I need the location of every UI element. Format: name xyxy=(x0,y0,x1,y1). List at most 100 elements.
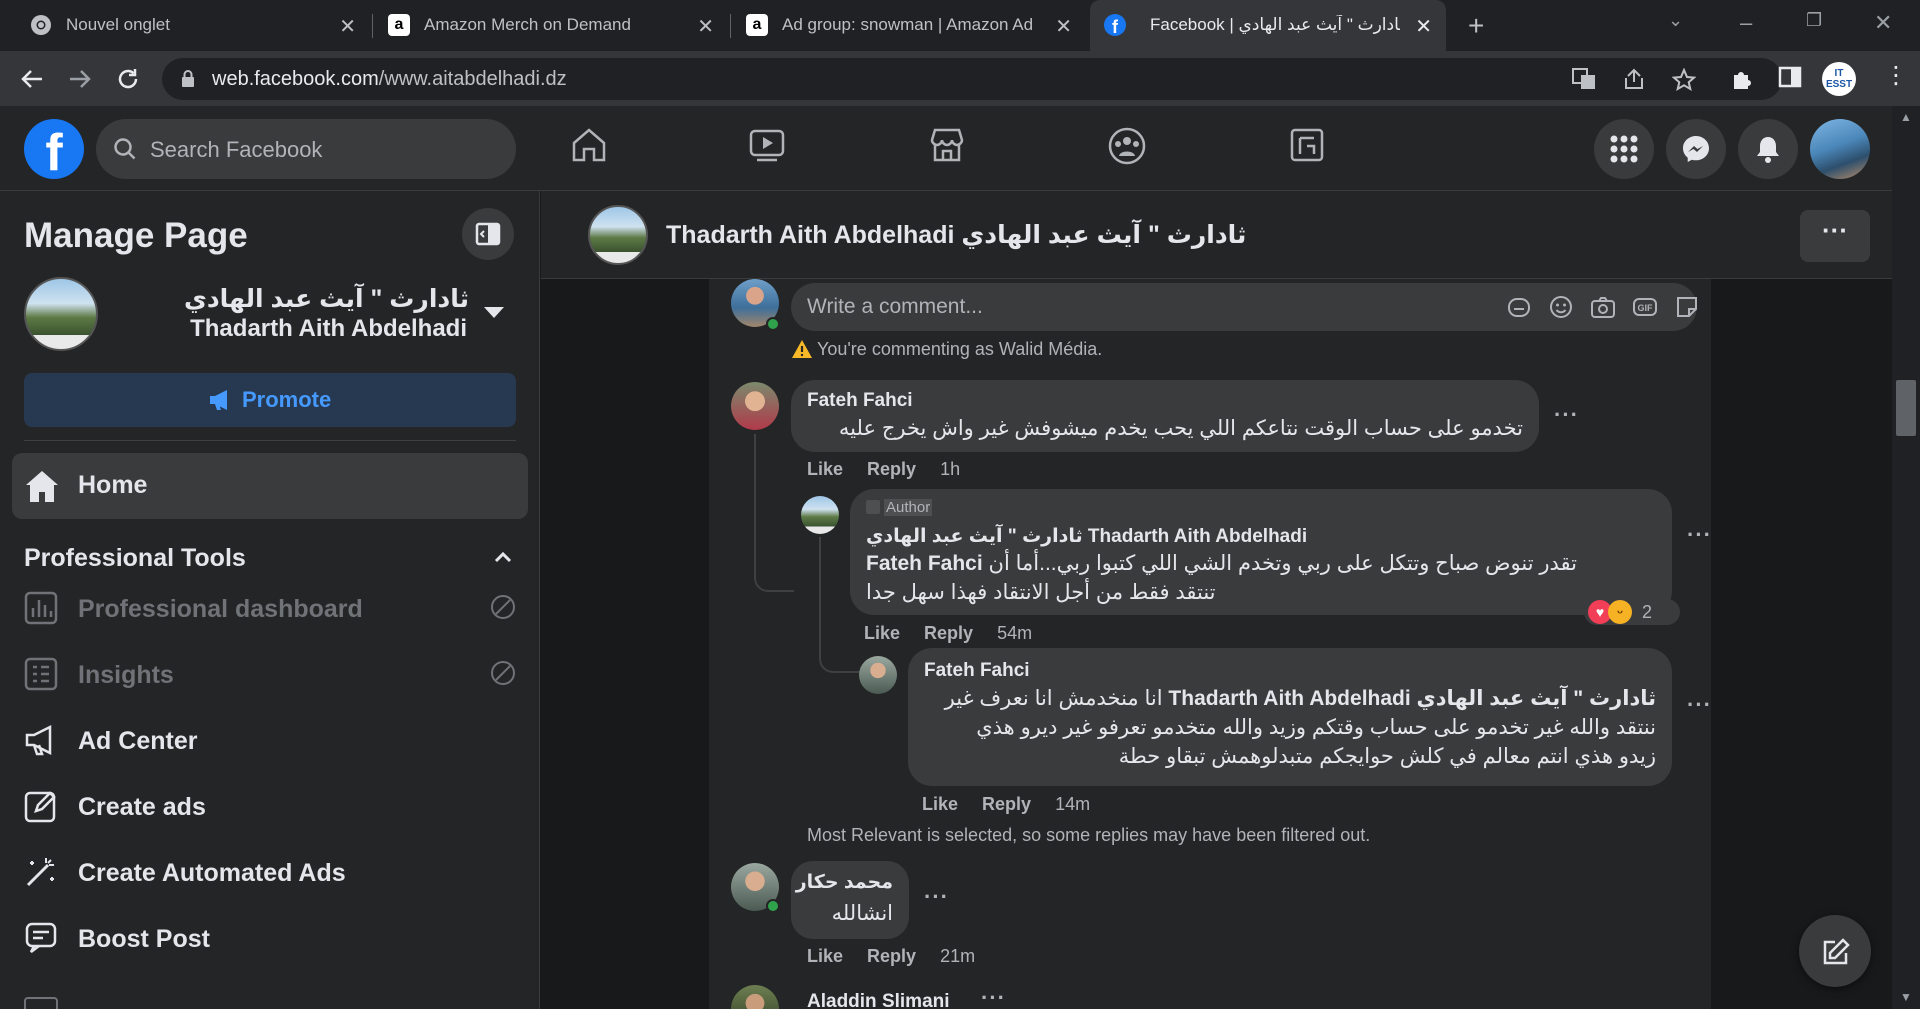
commenter-name[interactable]: Aladdin Slimani xyxy=(807,991,950,1009)
page-scrollbar[interactable]: ▲ ▼ xyxy=(1892,106,1920,1009)
sidebar-item-label: Ad Center xyxy=(78,727,198,755)
commenter-name[interactable]: محمد حكار xyxy=(796,871,893,894)
grid-menu-icon xyxy=(1610,135,1638,163)
emoji-icon[interactable] xyxy=(1548,294,1574,320)
bookmark-star-icon[interactable] xyxy=(1672,68,1696,92)
scroll-down-icon[interactable]: ▼ xyxy=(1900,990,1912,1004)
disabled-icon xyxy=(491,595,515,619)
scrollbar-thumb[interactable] xyxy=(1896,380,1916,436)
extensions-icon[interactable] xyxy=(1730,65,1756,91)
chrome-menu-icon[interactable]: ⋮ xyxy=(1884,61,1908,90)
share-icon[interactable] xyxy=(1622,68,1646,90)
address-bar[interactable]: web.facebook.com/www.aitabdelhadi.dz xyxy=(162,58,1782,100)
promote-button[interactable]: Promote xyxy=(24,373,516,427)
sidebar-item-home[interactable]: Home xyxy=(12,453,528,519)
marketplace-icon[interactable] xyxy=(928,126,966,164)
like-link[interactable]: Like xyxy=(922,794,958,814)
sidebar-toggle-icon xyxy=(475,222,501,246)
home-nav-icon[interactable] xyxy=(570,126,608,164)
facebook-icon: f xyxy=(1104,14,1126,37)
comment-options-icon[interactable]: ··· xyxy=(924,884,949,910)
new-tab-button[interactable]: + xyxy=(1468,10,1484,42)
tab-close-icon[interactable]: ✕ xyxy=(1415,14,1432,39)
page-avatar[interactable] xyxy=(24,277,98,351)
messenger-button[interactable] xyxy=(1666,119,1726,179)
comment-time[interactable]: 1h xyxy=(940,459,960,479)
tab-search-icon[interactable]: ⌄ xyxy=(1668,10,1683,31)
avatar-sticker-icon[interactable] xyxy=(1506,294,1532,320)
comment-bubble: Fateh Fahci تخدمو على حساب الوقت نتاعكم … xyxy=(791,380,1539,452)
watch-video-icon[interactable] xyxy=(748,126,786,164)
comment-text: انا منخدمش انا نعرف غير xyxy=(944,687,1163,710)
notifications-button[interactable] xyxy=(1738,119,1798,179)
sidebar-item-create-ads[interactable]: Create ads xyxy=(0,781,539,831)
comment-options-icon[interactable]: ··· xyxy=(981,985,1006,1009)
sidebar-item-create-automated-ads[interactable]: Create Automated Ads xyxy=(0,847,539,897)
commenter-name[interactable]: Fateh Fahci xyxy=(924,660,1030,682)
close-window-icon[interactable]: ✕ xyxy=(1874,10,1892,36)
sticker-icon[interactable] xyxy=(1674,294,1700,320)
facebook-header: f Search Facebook xyxy=(0,106,1920,191)
like-link[interactable]: Like xyxy=(807,459,843,479)
like-link[interactable]: Like xyxy=(864,623,900,643)
commenter-name[interactable]: ثادارث " آيث عبد الهادي Thadarth Aith Ab… xyxy=(866,525,1307,548)
sidebar-item-boost-post[interactable]: Boost Post xyxy=(0,913,539,963)
forward-arrow-icon[interactable] xyxy=(66,65,94,93)
switch-page-caret-icon[interactable] xyxy=(484,307,504,318)
write-comment-input[interactable]: Write a comment... GIF xyxy=(791,283,1697,331)
search-input[interactable]: Search Facebook xyxy=(96,119,516,179)
reload-icon[interactable] xyxy=(114,65,142,93)
reply-link[interactable]: Reply xyxy=(924,623,973,643)
camera-icon[interactable] xyxy=(1590,294,1616,320)
comment-options-icon[interactable]: ··· xyxy=(1687,692,1712,718)
account-avatar[interactable] xyxy=(1810,119,1870,179)
tab-new-tab[interactable]: Nouvel onglet ✕ xyxy=(0,0,370,51)
sidebar-title: Manage Page xyxy=(24,216,248,255)
back-arrow-icon[interactable] xyxy=(18,65,46,93)
collapse-sidebar-button[interactable] xyxy=(462,208,514,260)
tab-close-icon[interactable]: ✕ xyxy=(339,14,356,39)
tab-amazon-ads[interactable]: a Ad group: snowman | Amazon Ad ✕ xyxy=(716,0,1086,51)
chevron-up-icon[interactable] xyxy=(494,551,512,563)
minimize-icon[interactable]: – xyxy=(1740,10,1752,36)
page-avatar[interactable] xyxy=(588,205,648,265)
commenter-avatar[interactable] xyxy=(731,985,779,1009)
gif-icon[interactable]: GIF xyxy=(1632,294,1658,320)
commenter-avatar[interactable] xyxy=(859,656,897,694)
restore-icon[interactable]: ❐ xyxy=(1806,10,1822,31)
reply-link[interactable]: Reply xyxy=(867,459,916,479)
comment-time[interactable]: 21m xyxy=(940,946,975,966)
sidebar-item-insights[interactable]: Insights xyxy=(0,649,539,699)
mention-link[interactable]: ثادارث " آيث عبد الهادي Thadarth Aith Ab… xyxy=(1168,687,1656,710)
comment-options-icon[interactable]: ··· xyxy=(1554,402,1579,428)
new-message-button[interactable] xyxy=(1799,915,1871,987)
tab-facebook[interactable]: f Facebook | ثادارث " آيث عبد الهادي ✕ xyxy=(1090,0,1446,51)
reply-link[interactable]: Reply xyxy=(982,794,1031,814)
comment-options-icon[interactable]: ··· xyxy=(1687,522,1712,548)
gaming-icon[interactable] xyxy=(1288,126,1326,164)
scroll-up-icon[interactable]: ▲ xyxy=(1900,110,1912,124)
mention-link[interactable]: Fateh Fahci xyxy=(866,552,983,575)
facebook-logo-icon[interactable]: f xyxy=(24,119,84,182)
sidebar-item-label: Create ads xyxy=(78,793,206,821)
sidebar-item-professional-dashboard[interactable]: Professional dashboard xyxy=(0,583,539,633)
page-more-button[interactable]: ··· xyxy=(1800,210,1870,262)
commenter-avatar[interactable] xyxy=(731,382,779,430)
groups-icon[interactable] xyxy=(1107,126,1147,166)
like-link[interactable]: Like xyxy=(807,946,843,966)
menu-grid-button[interactable] xyxy=(1594,119,1654,179)
profile-avatar[interactable]: IT ESST xyxy=(1822,62,1856,96)
reply-link[interactable]: Reply xyxy=(867,946,916,966)
comment-time[interactable]: 54m xyxy=(997,623,1032,643)
megaphone-icon xyxy=(25,724,52,756)
side-panel-icon[interactable] xyxy=(1778,65,1802,89)
reactions-summary[interactable]: ♥ ᵕ 2 xyxy=(1584,599,1680,625)
commenter-name[interactable]: Fateh Fahci xyxy=(807,390,913,412)
sidebar-item-ad-center[interactable]: Ad Center xyxy=(0,715,539,765)
comment-time[interactable]: 14m xyxy=(1055,794,1090,814)
tab-close-icon[interactable]: ✕ xyxy=(1055,14,1072,39)
translate-icon[interactable] xyxy=(1572,68,1596,90)
author-avatar[interactable] xyxy=(801,496,839,534)
tab-amazon-merch[interactable]: a Amazon Merch on Demand ✕ xyxy=(358,0,728,51)
tab-close-icon[interactable]: ✕ xyxy=(697,14,714,39)
